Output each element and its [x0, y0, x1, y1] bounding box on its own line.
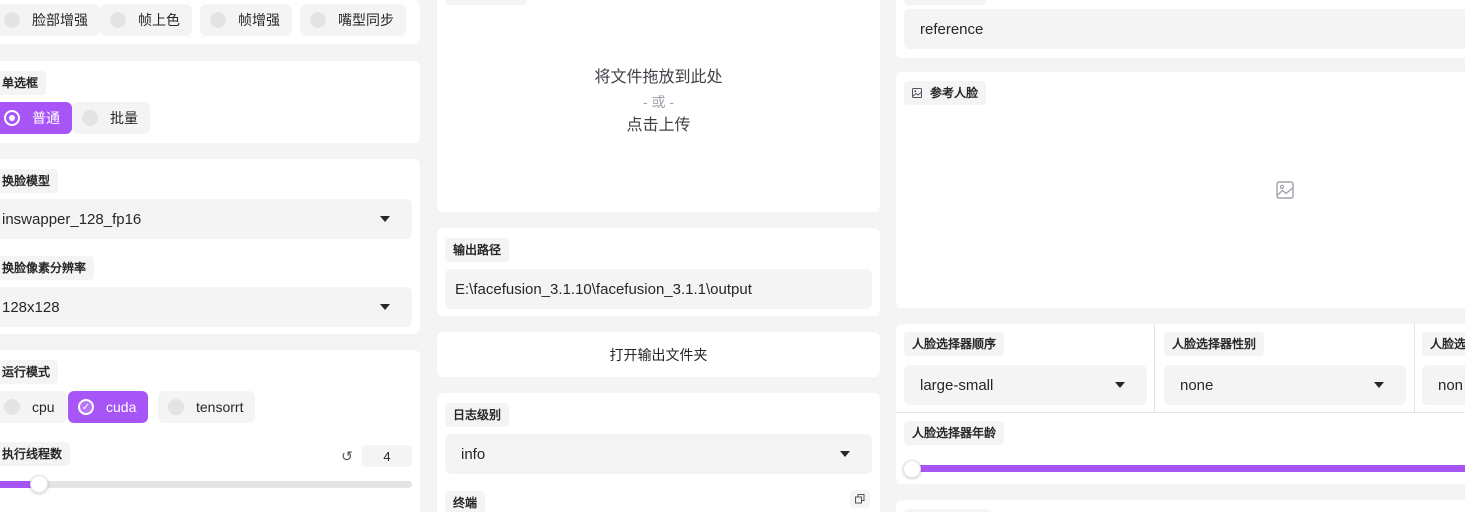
open-output-folder-label: 打开输出文件夹	[609, 346, 708, 363]
checkbox[interactable]	[110, 12, 126, 28]
processor-label: 帧增强	[238, 12, 280, 28]
reference-value: reference	[920, 20, 984, 38]
chevron-down-icon	[380, 216, 390, 222]
provider-label: cpu	[32, 399, 55, 415]
image-icon	[912, 88, 922, 98]
radio-button[interactable]	[82, 110, 98, 126]
face-selector-gender-dropdown[interactable]: none	[1164, 365, 1406, 405]
upload-top-tab	[445, 0, 527, 5]
thread-count-label: 执行线程数	[0, 442, 71, 466]
log-level-value: info	[461, 445, 486, 463]
checkbox[interactable]	[210, 12, 226, 28]
upload-drop-text: 将文件拖放到此处	[594, 69, 723, 86]
processor-label: 帧上色	[138, 12, 180, 28]
upload-or-text: - 或 -	[642, 94, 675, 110]
face-swapper-resolution-value: 128x128	[2, 298, 60, 316]
face-swapper-model-dropdown[interactable]: inswapper_128_fp16	[0, 199, 412, 239]
reference-face-panel: 参考人脸	[896, 72, 1465, 308]
processor-face-enhancer[interactable]: 脸部增强	[0, 4, 100, 36]
slider-thumb[interactable]	[30, 475, 48, 493]
radio-button[interactable]	[4, 110, 20, 126]
upload-panel[interactable]: 将文件拖放到此处 - 或 - 点击上传	[437, 0, 880, 212]
face-selector-gender-value: none	[1180, 376, 1214, 394]
checkbox[interactable]	[168, 399, 184, 415]
reference-panel: reference	[896, 0, 1465, 58]
provider-cuda[interactable]: ✓ cuda	[68, 391, 149, 423]
divider	[1154, 324, 1155, 412]
chevron-down-icon	[840, 451, 850, 457]
reference-top-tab	[904, 0, 986, 5]
log-level-label: 日志级别	[445, 403, 510, 427]
chevron-down-icon	[1115, 382, 1125, 388]
image-placeholder-icon	[1276, 181, 1294, 199]
checkbox[interactable]	[4, 12, 20, 28]
provider-label: cuda	[106, 399, 137, 415]
output-path-input[interactable]: E:\facefusion_3.1.10\facefusion_3.1.1\ou…	[445, 269, 872, 309]
checkbox[interactable]	[310, 12, 326, 28]
copy-icon[interactable]	[855, 494, 865, 504]
log-level-dropdown[interactable]: info	[445, 434, 872, 474]
divider	[1414, 324, 1415, 412]
mode-option-batch[interactable]: 批量	[72, 102, 150, 134]
face-selector-race-dropdown[interactable]: non	[1422, 365, 1465, 405]
face-selector-race-value: non	[1438, 376, 1464, 394]
next-panel	[896, 500, 1465, 512]
face-selector-order-value: large-small	[920, 376, 994, 394]
face-selector-gender-label: 人脸选择器性别	[1164, 332, 1265, 356]
chevron-down-icon	[1374, 382, 1384, 388]
upload-dropzone[interactable]: 将文件拖放到此处 - 或 - 点击上传	[437, 66, 880, 138]
thread-count-value: 4	[383, 448, 391, 464]
face-selector-order-dropdown[interactable]: large-small	[904, 365, 1147, 405]
face-selector-age-slider[interactable]	[912, 465, 1465, 472]
upload-click-text: 点击上传	[626, 117, 691, 134]
face-swapper-resolution-label: 换脸像素分辨率	[0, 256, 95, 280]
face-swapper-panel: 换脸模型 inswapper_128_fp16 换脸像素分辨率 128x128	[0, 159, 420, 334]
execution-providers-label: 运行模式	[0, 360, 59, 384]
mode-option-label: 普通	[32, 110, 60, 126]
reference-face-label: 参考人脸	[930, 86, 979, 100]
execution-panel: 运行模式 cpu ✓ cuda tensorrt 执行线程数 ↺ 4	[0, 350, 420, 512]
provider-label: tensorrt	[196, 399, 244, 415]
terminal-copy-button[interactable]	[850, 490, 870, 508]
chevron-down-icon	[380, 304, 390, 310]
mode-panel: 单选框 普通 批量	[0, 61, 420, 143]
reference-input[interactable]: reference	[904, 9, 1465, 49]
output-path-value: E:\facefusion_3.1.10\facefusion_3.1.1\ou…	[455, 280, 752, 298]
slider-fill	[912, 465, 1465, 472]
open-output-folder-button[interactable]: 打开输出文件夹	[437, 332, 880, 377]
divider	[896, 412, 1465, 413]
output-path-label: 输出路径	[445, 238, 510, 262]
processors-panel: 脸部增强 帧上色 帧增强 嘴型同步	[0, 0, 420, 44]
mode-label: 单选框	[0, 71, 47, 95]
processor-label: 脸部增强	[32, 12, 88, 28]
face-swapper-model-label: 换脸模型	[0, 169, 59, 193]
face-selector-race-label: 人脸选	[1422, 332, 1465, 356]
log-panel: 日志级别 info 终端	[437, 393, 880, 512]
face-selector-panel: 人脸选择器顺序 large-small 人脸选择器性别 none 人脸选 non…	[896, 324, 1465, 484]
slider-thumb[interactable]	[903, 460, 921, 478]
face-selector-order-label: 人脸选择器顺序	[904, 332, 1005, 356]
check-icon[interactable]: ✓	[78, 399, 94, 415]
thread-count-reset[interactable]: ↺	[332, 445, 362, 467]
processor-frame-enhancer[interactable]: 帧增强	[200, 4, 292, 36]
processor-lip-syncer[interactable]: 嘴型同步	[300, 4, 406, 36]
provider-tensorrt[interactable]: tensorrt	[158, 391, 256, 423]
checkbox[interactable]	[4, 399, 20, 415]
terminal-label: 终端	[445, 491, 486, 512]
reset-icon[interactable]: ↺	[341, 448, 353, 465]
face-selector-age-label: 人脸选择器年龄	[904, 421, 1005, 445]
mode-option-label: 批量	[110, 110, 138, 126]
processor-frame-colorizer[interactable]: 帧上色	[100, 4, 192, 36]
thread-count-slider[interactable]	[0, 481, 412, 488]
processor-label: 嘴型同步	[338, 12, 394, 28]
face-swapper-resolution-dropdown[interactable]: 128x128	[0, 287, 412, 327]
provider-cpu[interactable]: cpu	[0, 391, 67, 423]
thread-count-number[interactable]: 4	[362, 445, 412, 467]
output-path-panel: 输出路径 E:\facefusion_3.1.10\facefusion_3.1…	[437, 228, 880, 316]
reference-face-label-tag: 参考人脸	[904, 81, 987, 105]
face-swapper-model-value: inswapper_128_fp16	[2, 210, 142, 228]
mode-option-normal[interactable]: 普通	[0, 102, 72, 134]
